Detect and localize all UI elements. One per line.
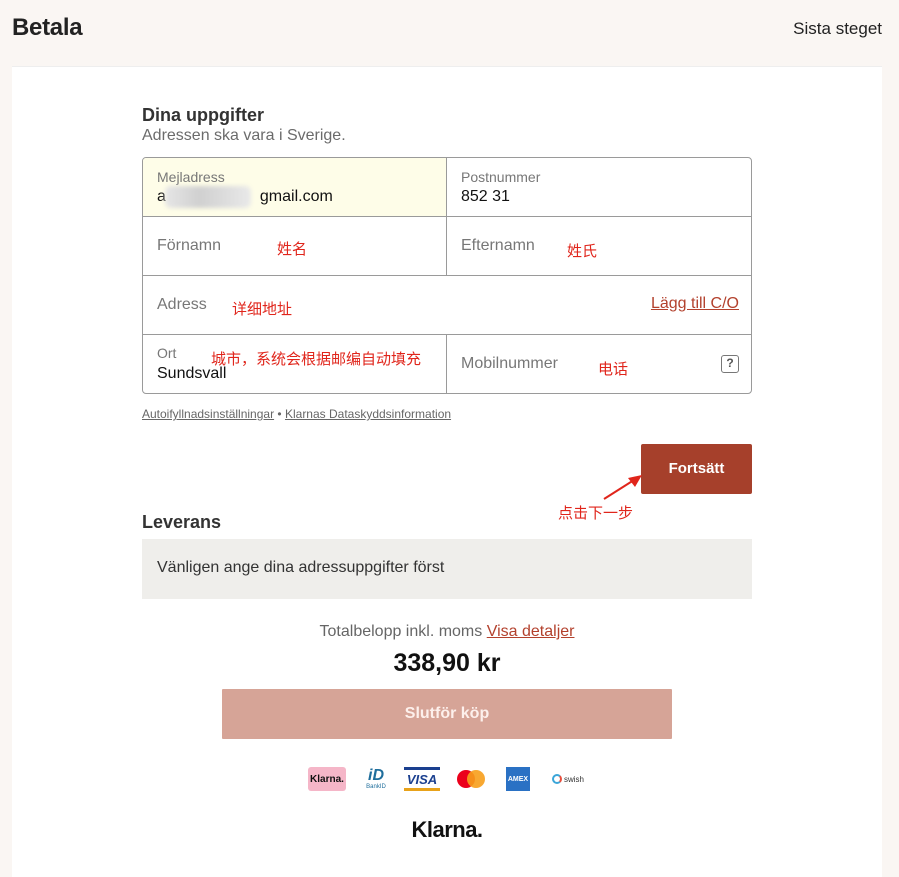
annotation-arrow-icon [603,475,642,500]
address-field[interactable]: Adress 详细地址 Lägg till C/O [143,276,751,335]
postal-value: 852 31 [461,188,510,205]
city-field[interactable]: Ort Sundsvall 城市，系统会根据邮编自动填充 [143,335,447,393]
annotation-address: 详细地址 [232,300,293,318]
amex-logo-icon: AMEX [506,767,530,791]
continue-button[interactable]: Fortsätt [641,444,752,494]
visa-logo-icon: VISA [404,767,440,791]
delivery-message: Vänligen ange dina adressuppgifter först [157,559,445,576]
email-field[interactable]: Mejladress a gmail.com [143,158,447,217]
mobile-field[interactable]: Mobilnummer 电话 ? [447,335,751,393]
annotation-last-name: 姓氏 [567,242,598,260]
total-amount: 338,90 kr [393,649,501,677]
delivery-box: Vänligen ange dina adressuppgifter först [142,539,752,599]
address-form: Mejladress a gmail.com Postnummer 852 31 … [142,157,752,394]
mobile-placeholder: Mobilnummer [461,355,558,372]
details-subtitle: Adressen ska vara i Sverige. [142,127,346,144]
privacy-link[interactable]: Klarnas Dataskyddsinformation [285,407,451,421]
first-name-placeholder: Förnamn [157,237,222,254]
page-title: Betala [12,14,83,41]
form-footer-links: Autoifyllnadsinställningar • Klarnas Dat… [142,407,451,421]
postal-label: Postnummer [461,169,541,185]
annotation-first-name: 姓名 [277,240,308,258]
total-line: Totalbelopp inkl. moms Visa detaljer [12,623,882,641]
klarna-brand-logo: Klarna. [411,817,483,842]
first-name-field[interactable]: Förnamn 姓名 [143,217,447,276]
mastercard-logo-icon [454,767,488,791]
address-placeholder: Adress [157,296,207,313]
complete-purchase-button[interactable]: Slutför köp [222,689,672,739]
total-label: Totalbelopp inkl. moms [319,623,483,640]
postal-code-field[interactable]: Postnummer 852 31 [447,158,751,217]
link-separator: • [277,407,282,421]
email-label: Mejladress [157,169,225,185]
klarna-logo-icon: Klarna. [308,767,346,791]
annotation-click-next: 点击下一步 [558,504,634,522]
city-label: Ort [157,345,177,361]
details-title: Dina uppgifter [142,105,264,125]
swish-logo-icon: swish [546,767,590,791]
redaction-blur [165,186,251,208]
annotation-city: 城市，系统会根据邮编自动填充 [211,350,422,368]
checkout-card: Dina uppgifter Adressen ska vara i Sveri… [12,66,882,877]
delivery-title: Leverans [142,512,222,532]
bankid-logo-icon: iD BankID [366,767,386,791]
header-bar: Betala Sista steget [0,0,899,58]
step-indicator: Sista steget [793,19,882,38]
add-co-link[interactable]: Lägg till C/O [651,295,739,313]
last-name-field[interactable]: Efternamn 姓氏 [447,217,751,276]
autofill-settings-link[interactable]: Autoifyllnadsinställningar [142,407,274,421]
last-name-placeholder: Efternamn [461,237,535,254]
help-icon[interactable]: ? [721,355,739,373]
annotation-mobile: 电话 [598,360,629,378]
show-details-link[interactable]: Visa detaljer [487,623,575,640]
